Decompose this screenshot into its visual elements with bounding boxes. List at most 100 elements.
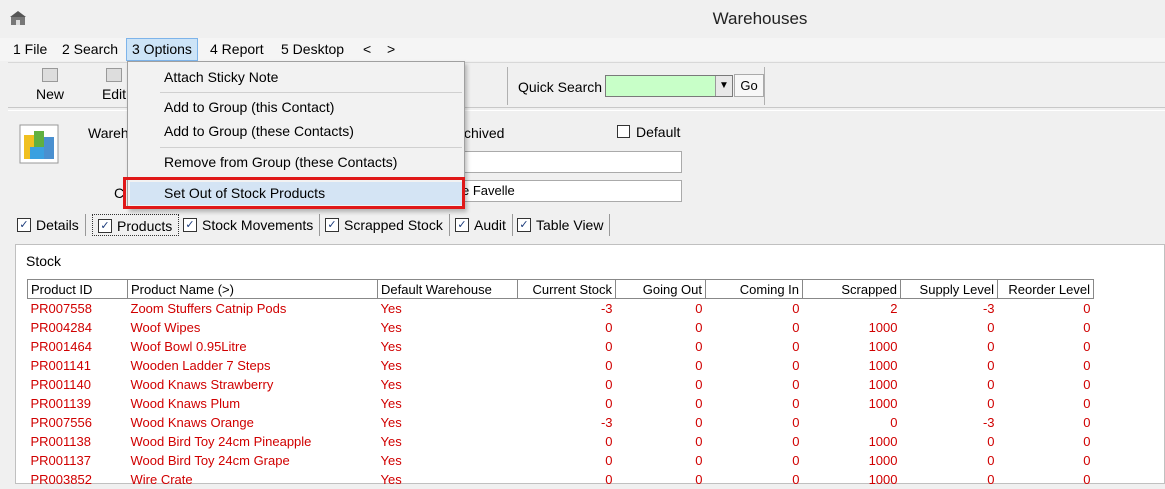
table-header-row: Product ID Product Name (>) Default Ware… (27, 279, 1094, 299)
table-cell: 0 (987, 376, 995, 392)
menu-report[interactable]: 4 Report (205, 38, 269, 61)
table-cell: 1000 (868, 376, 898, 392)
table-cell: Yes (380, 300, 402, 316)
table-cell: Yes (380, 471, 402, 487)
table-cell: 0 (792, 376, 800, 392)
new-button[interactable]: New (24, 66, 76, 106)
column-header[interactable]: Coming In (705, 279, 803, 299)
table-cell: PR003852 (30, 471, 92, 487)
table-row[interactable]: PR004284 Woof Wipes Yes 0 0 0 1000 0 0 (28, 318, 1094, 337)
menu-add-to-group-this-contact[interactable]: Add to Group (this Contact) (130, 96, 462, 119)
table-row[interactable]: PR001137 Wood Bird Toy 24cm Grape Yes 0 0 0 10… (28, 451, 1094, 470)
default-checkbox[interactable] (617, 125, 630, 138)
tab-products[interactable]: ✓ Products (92, 214, 180, 236)
column-header[interactable]: Default Warehouse (377, 279, 518, 299)
table-cell: Wood Bird Toy 24cm Pineapple (130, 433, 312, 449)
tab-table-view[interactable]: ✓ Table View (512, 214, 611, 236)
table-cell: 0 (890, 414, 898, 430)
table-cell: 0 (987, 471, 995, 487)
table-cell: 0 (1083, 376, 1091, 392)
table-row[interactable]: PR001141 Wooden Ladder 7 Steps Yes 0 0 0 1000 0… (28, 356, 1094, 375)
menu-add-to-group-these-contacts[interactable]: Add to Group (these Contacts) (130, 120, 462, 143)
table-cell: 0 (695, 319, 703, 335)
table-cell: 0 (1083, 319, 1091, 335)
warehouse-icon (19, 124, 59, 164)
menu-remove-from-group[interactable]: Remove from Group (these Contacts) (130, 151, 462, 174)
menu-options[interactable]: 3 Options (126, 38, 198, 61)
table-cell: 0 (695, 300, 703, 316)
menu-forward[interactable]: > (382, 38, 400, 61)
table-cell: 0 (792, 338, 800, 354)
table-cell: 1000 (868, 471, 898, 487)
table-cell: 0 (605, 471, 613, 487)
table-cell: Yes (380, 395, 402, 411)
table-row[interactable]: PR001464 Woof Bowl 0.95Litre Yes 0 0 0 1000 0 0 (28, 337, 1094, 356)
tab-bar: ✓ Details ✓ Products ✓ Stock Movements ✓ Scr… (12, 212, 1165, 238)
table-cell: 0 (605, 376, 613, 392)
table-cell: 0 (605, 452, 613, 468)
menu-back[interactable]: < (358, 38, 376, 61)
table-cell: PR001141 (30, 357, 91, 373)
table-cell: 0 (605, 395, 613, 411)
menu-attach-sticky-note[interactable]: Attach Sticky Note (130, 66, 462, 89)
chevron-down-icon[interactable]: ▼ (715, 76, 732, 96)
go-button[interactable]: Go (734, 74, 764, 97)
column-header[interactable]: Reorder Level (997, 279, 1094, 299)
table-cell: 0 (987, 319, 995, 335)
table-cell: 0 (987, 357, 995, 373)
checkbox-checked-icon: ✓ (17, 218, 31, 232)
table-row[interactable]: PR007556 Wood Knaws Orange Yes -3 0 0 0 -3 0 (28, 413, 1094, 432)
column-header[interactable]: Going Out (615, 279, 706, 299)
table-cell: Wood Knaws Plum (130, 395, 241, 411)
warehouse-field-2[interactable] (458, 151, 682, 173)
table-cell: Wood Knaws Strawberry (130, 376, 274, 392)
table-cell: 0 (695, 395, 703, 411)
menu-search[interactable]: 2 Search (57, 38, 123, 61)
table-cell: 1000 (868, 395, 898, 411)
table-row[interactable]: PR007558 Zoom Stuffers Catnip Pods Yes -3 0 0… (28, 299, 1094, 318)
table-cell: Yes (380, 414, 402, 430)
column-header[interactable]: Scrapped (802, 279, 901, 299)
tab-stock-movements[interactable]: ✓ Stock Movements (178, 214, 321, 236)
title-bar: Warehouses (0, 0, 1165, 38)
table-row[interactable]: PR001140 Wood Knaws Strawberry Yes 0 0 0 1000 0… (28, 375, 1094, 394)
table-cell: 2 (890, 300, 898, 316)
table-row[interactable]: PR003852 Wire Crate Yes 0 0 0 1000 0 0 (28, 470, 1094, 489)
stock-group-label: Stock (26, 253, 62, 269)
column-header[interactable]: Supply Level (900, 279, 998, 299)
checkbox-checked-icon: ✓ (183, 218, 197, 232)
checkbox-checked-icon: ✓ (455, 218, 469, 232)
menu-set-out-of-stock-products[interactable]: Set Out of Stock Products (130, 182, 462, 205)
tab-scrapped-stock[interactable]: ✓ Scrapped Stock (320, 214, 450, 236)
table-cell: PR007558 (30, 300, 92, 316)
table-cell: -3 (600, 414, 613, 430)
table-cell: 0 (605, 433, 613, 449)
table-cell: 0 (987, 338, 995, 354)
table-cell: -3 (982, 414, 995, 430)
checkbox-checked-icon: ✓ (517, 218, 531, 232)
table-row[interactable]: PR001138 Wood Bird Toy 24cm Pineapple Yes 0… (28, 432, 1094, 451)
menu-file[interactable]: 1 File (8, 38, 52, 61)
table-cell: 1000 (868, 452, 898, 468)
quick-search-label: Quick Search (518, 79, 603, 95)
stock-table: Product ID Product Name (>) Default Ware… (27, 279, 1094, 489)
table-cell: Yes (380, 433, 402, 449)
checkbox-checked-icon: ✓ (98, 219, 112, 233)
table-cell: 1000 (868, 357, 898, 373)
table-cell: PR001140 (30, 376, 91, 392)
table-cell: 0 (605, 338, 613, 354)
column-header[interactable]: Current Stock (517, 279, 616, 299)
tab-details[interactable]: ✓ Details (12, 214, 86, 236)
options-dropdown-menu: Attach Sticky Note Add to Group (this Co… (127, 61, 465, 209)
menu-desktop[interactable]: 5 Desktop (276, 38, 349, 61)
table-row[interactable]: PR001139 Wood Knaws Plum Yes 0 0 0 1000 0 0 (28, 394, 1094, 413)
table-cell: -3 (600, 300, 613, 316)
tab-audit[interactable]: ✓ Audit (450, 214, 513, 236)
table-cell: 0 (695, 376, 703, 392)
table-cell: PR001139 (30, 395, 91, 411)
contact-field[interactable]: e Favelle (458, 180, 682, 202)
column-header[interactable]: Product Name (>) (127, 279, 378, 299)
quick-search-input[interactable]: ▼ (605, 75, 733, 97)
column-header[interactable]: Product ID (27, 279, 128, 299)
table-cell: PR001137 (30, 452, 91, 468)
